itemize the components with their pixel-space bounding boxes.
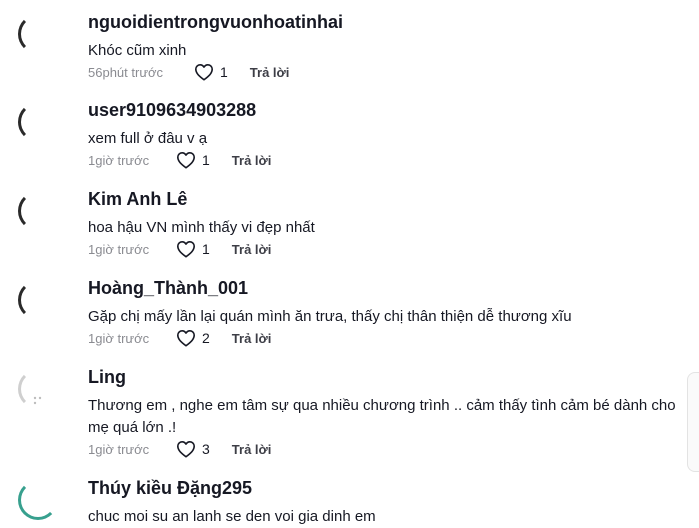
like-count: 1 (202, 241, 210, 257)
avatar[interactable] (18, 102, 58, 142)
comment-username[interactable]: Thúy kiều Đặng295 (88, 478, 252, 499)
comment-meta: 1giờ trước 1 Trả lời (88, 239, 271, 259)
avatar-dots-icon (33, 396, 42, 405)
avatar[interactable] (18, 280, 58, 320)
comment-time: 1giờ trước (88, 241, 150, 257)
comment-time: 1giờ trước (88, 330, 150, 346)
heart-icon (177, 151, 195, 169)
avatar[interactable] (18, 480, 58, 520)
like-count: 1 (220, 64, 228, 80)
heart-icon (177, 440, 195, 458)
comment-time: 1giờ trước (88, 441, 150, 457)
comment-text: hoa hậu VN mình thấy vi đẹp nhất (88, 219, 315, 236)
comment-time: 1giờ trước (88, 152, 150, 168)
heart-icon (177, 240, 195, 258)
reply-button[interactable]: Trả lời (232, 331, 272, 346)
like-count: 3 (202, 441, 210, 457)
heart-icon (177, 329, 195, 347)
comment-text: Khóc cũm xinh (88, 42, 187, 59)
avatar[interactable] (18, 191, 58, 231)
comment-text: Gặp chị mấy lần lại quán mình ăn trưa, t… (88, 308, 572, 325)
like-button[interactable]: 3 (176, 440, 210, 458)
scroll-handle[interactable] (687, 372, 699, 472)
heart-icon (195, 63, 213, 81)
like-button[interactable]: 1 (194, 63, 228, 81)
like-button[interactable]: 2 (176, 329, 210, 347)
reply-button[interactable]: Trả lời (232, 442, 272, 457)
like-count: 2 (202, 330, 210, 346)
reply-button[interactable]: Trả lời (232, 153, 272, 168)
comment-username[interactable]: Hoàng_Thành_001 (88, 278, 248, 299)
like-button[interactable]: 1 (176, 151, 210, 169)
comment-meta: 1giờ trước 2 Trả lời (88, 328, 271, 348)
comment-username[interactable]: Ling (88, 367, 126, 388)
comment-meta: 1giờ trước 3 Trả lời (88, 439, 271, 459)
comment-time: 56phút trước (88, 64, 164, 80)
reply-button[interactable]: Trả lời (250, 65, 290, 80)
comment-username[interactable]: Kim Anh Lê (88, 189, 187, 210)
comment-username[interactable]: nguoidientrongvuonhoatinhai (88, 12, 343, 33)
comment-meta: 56phút trước 1 Trả lời (88, 62, 289, 82)
comment-meta: 1giờ trước 1 Trả lời (88, 150, 271, 170)
comment-list: nguoidientrongvuonhoatinhai Khóc cũm xin… (0, 0, 699, 525)
comment-text: Thương em , nghe em tâm sự qua nhiều chư… (88, 397, 676, 436)
avatar[interactable] (18, 14, 58, 54)
comment-text: xem full ở đâu v ạ (88, 130, 208, 147)
like-count: 1 (202, 152, 210, 168)
comment-username[interactable]: user9109634903288 (88, 100, 256, 121)
reply-button[interactable]: Trả lời (232, 242, 272, 257)
like-button[interactable]: 1 (176, 240, 210, 258)
